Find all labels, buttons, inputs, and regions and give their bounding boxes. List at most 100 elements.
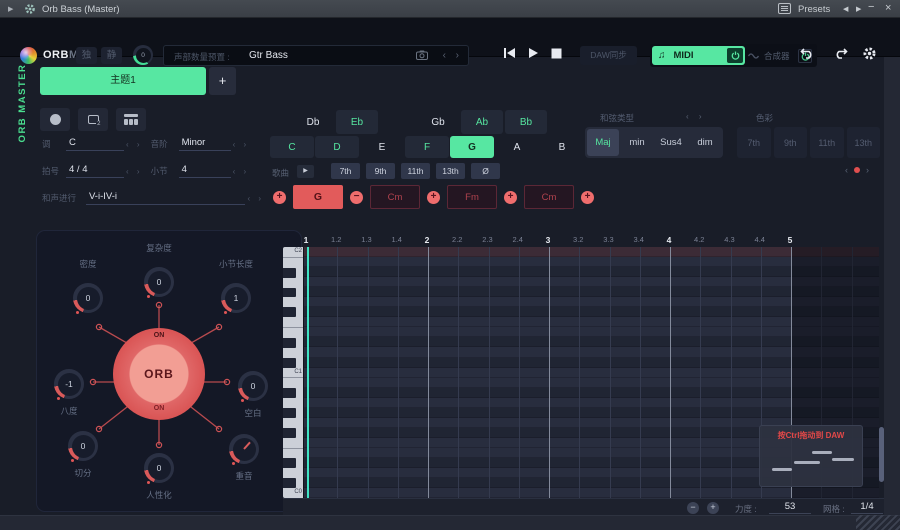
add-chord-icon[interactable]: + (504, 191, 517, 204)
knob-bar-length[interactable]: 1 (221, 283, 251, 313)
piano-key[interactable]: C1 (283, 368, 303, 378)
piano-key[interactable] (283, 408, 303, 418)
solo-button[interactable]: 独 (76, 47, 97, 64)
note-button-B[interactable]: B (540, 136, 584, 158)
extension-13th[interactable]: 13th (436, 163, 465, 179)
piano-key[interactable] (283, 257, 303, 268)
color-13th[interactable]: 13th (847, 127, 881, 158)
theme-tab[interactable]: 主题1 (40, 67, 206, 95)
progression-stepper[interactable]: ‹ › (247, 194, 264, 203)
plugin-gear-icon[interactable] (24, 3, 36, 15)
note-grid[interactable]: 按Ctrl拖动到 DAW (303, 247, 879, 498)
undo-button[interactable] (800, 46, 815, 59)
piano-key[interactable] (283, 478, 303, 488)
orb-view-button[interactable] (40, 108, 70, 131)
piano-key[interactable] (283, 377, 303, 388)
scale-stepper[interactable]: ‹ › (233, 140, 250, 149)
settings-gear-icon[interactable] (862, 46, 877, 61)
chord-type-Sus4[interactable]: Sus4 (655, 129, 687, 156)
zoom-in-button[interactable]: + (707, 502, 719, 514)
extension-9th[interactable]: 9th (366, 163, 395, 179)
chord-type-min[interactable]: min (621, 129, 653, 156)
chord-type-Maj[interactable]: Maj (587, 129, 619, 156)
minimize-button[interactable]: − (868, 1, 874, 13)
piano-key[interactable] (283, 448, 303, 459)
knob-dial-humanize[interactable]: 0 (144, 453, 174, 483)
bars-stepper[interactable]: ‹ › (233, 167, 250, 176)
skip-back-button[interactable] (503, 47, 516, 59)
note-button-D[interactable]: D (315, 136, 359, 158)
scale-value[interactable]: Minor (179, 137, 231, 151)
knob-dial-syncopation[interactable]: 0 (68, 431, 98, 461)
stop-button[interactable] (551, 48, 562, 59)
knob-octave[interactable]: -1 (54, 369, 84, 399)
knob-syncopation[interactable]: 0 (68, 431, 98, 461)
loop-button[interactable]: 2 (78, 108, 108, 131)
orb-bottom-toggle[interactable]: ON (113, 405, 205, 412)
daw-sync-button[interactable]: DAW同步 (580, 46, 637, 65)
key-value[interactable]: C (66, 137, 124, 151)
note-button-E[interactable]: E (360, 136, 404, 158)
chord-pager[interactable]: ‹ › (845, 165, 869, 175)
note-button-Bb[interactable]: Bb (505, 110, 547, 134)
progression-value[interactable]: V-i-IV-i (86, 191, 245, 205)
grid-view-button[interactable] (116, 108, 146, 131)
piano-keys[interactable]: C2C1C0 (283, 247, 303, 498)
add-chord-icon[interactable]: + (427, 191, 440, 204)
chord-type-dim[interactable]: dim (689, 129, 721, 156)
color-11th[interactable]: 11th (810, 127, 844, 158)
extension-7th[interactable]: 7th (331, 163, 360, 179)
volume-knob[interactable]: 0 (133, 45, 153, 65)
knob-dial-rest[interactable]: 0 (238, 371, 268, 401)
preset-list-icon[interactable] (778, 3, 791, 14)
voice-preset-value[interactable]: Gtr Bass (249, 50, 288, 61)
midi-toggle[interactable]: ♫ MIDI (652, 46, 745, 65)
knob-density[interactable]: 0 (73, 283, 103, 313)
piano-key[interactable] (283, 288, 303, 298)
key-stepper[interactable]: ‹ › (126, 140, 143, 149)
extension-11th[interactable]: 11th (401, 163, 430, 179)
orb-top-toggle[interactable]: ON (113, 332, 205, 339)
pager-next-icon[interactable]: › (866, 165, 869, 175)
knob-dial-density[interactable]: 0 (73, 283, 103, 313)
collapse-icon[interactable]: ▶ (8, 5, 13, 13)
note-button-F[interactable]: F (405, 136, 449, 158)
piano-key[interactable] (283, 268, 303, 278)
piano-key[interactable] (283, 468, 303, 478)
timesig-value[interactable]: 4 / 4 (66, 164, 124, 178)
song-play-button[interactable]: ▶ (297, 165, 314, 178)
knob-accent[interactable] (229, 434, 259, 464)
piano-key[interactable] (283, 278, 303, 288)
color-9th[interactable]: 9th (774, 127, 808, 158)
presets-label[interactable]: Presets (798, 4, 830, 15)
knob-humanize[interactable]: 0 (144, 453, 174, 483)
piano-key[interactable]: C2 (283, 247, 303, 257)
voice-preset-field[interactable]: 声部数量预置 : Gtr Bass ‹ › (163, 45, 469, 66)
preset-prev-icon[interactable]: ◀ (843, 5, 848, 13)
close-button[interactable]: × (885, 2, 891, 14)
pager-prev-icon[interactable]: ‹ (845, 165, 848, 175)
preset-next-icon[interactable]: ▶ (856, 5, 861, 13)
piano-key[interactable] (283, 307, 303, 317)
note-button-Eb[interactable]: Eb (336, 110, 378, 134)
piano-key[interactable] (283, 438, 303, 448)
knob-dial-accent[interactable] (229, 434, 259, 464)
piano-key[interactable] (283, 327, 303, 338)
chord-type-stepper[interactable]: ‹ › (686, 112, 706, 121)
add-chord-icon[interactable]: + (581, 191, 594, 204)
note-button-Ab[interactable]: Ab (461, 110, 503, 134)
knob-dial-complexity[interactable]: 0 (144, 267, 174, 297)
midi-power-icon[interactable] (727, 48, 743, 63)
chord-chip-Fm[interactable]: Fm (447, 185, 497, 209)
add-chord-icon[interactable]: + (273, 191, 286, 204)
preset-prev-arrow-icon[interactable]: ‹ (443, 50, 446, 61)
preset-next-arrow-icon[interactable]: › (456, 50, 459, 61)
chord-chip-Cm[interactable]: Cm (524, 185, 574, 209)
note-button-G[interactable]: G (450, 136, 494, 158)
redo-button[interactable] (833, 46, 848, 59)
piano-key[interactable] (283, 297, 303, 307)
piano-key[interactable] (283, 388, 303, 398)
add-theme-button[interactable]: + (209, 67, 236, 95)
piano-key[interactable] (283, 428, 303, 438)
piano-key[interactable] (283, 317, 303, 327)
